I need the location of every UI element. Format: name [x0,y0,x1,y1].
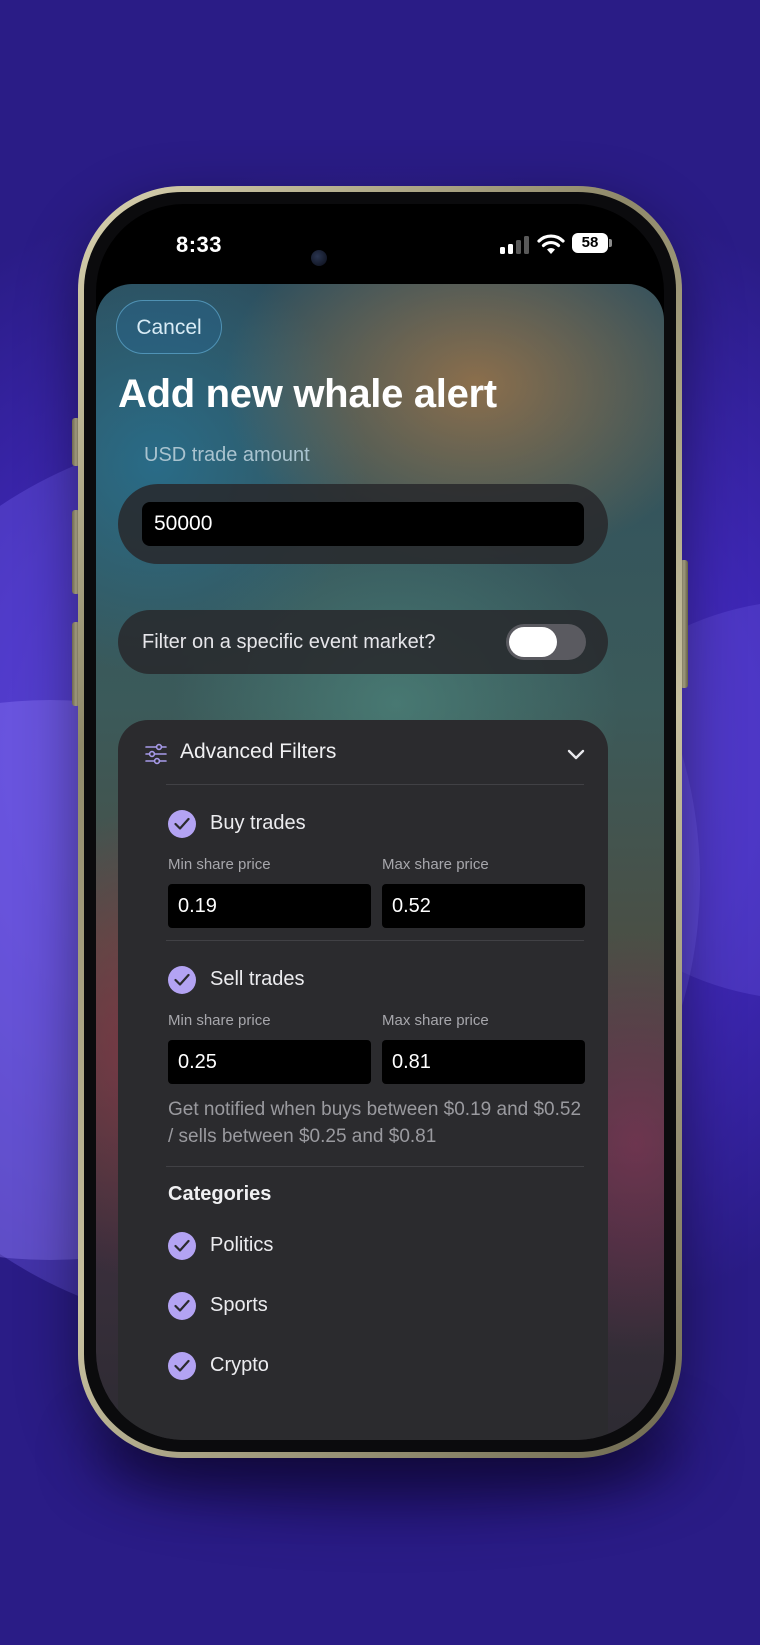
battery-level: 58 [572,233,608,253]
categories-title: Categories [168,1183,272,1205]
buy-trades-checkbox[interactable]: Buy trades [168,810,368,840]
category-crypto-checkbox[interactable]: Crypto [168,1352,368,1382]
advanced-filters-title[interactable]: Advanced Filters [180,740,336,764]
price-range-summary: Get notified when buys between $0.19 and… [168,1099,582,1147]
event-market-toggle[interactable] [506,624,586,660]
category-label: Sports [210,1294,268,1316]
alert-sheet: Cancel Add new whale alert USD trade amo… [96,284,664,1440]
category-sports-checkbox[interactable]: Sports [168,1292,368,1322]
toggle-knob [509,627,557,657]
sell-trades-label: Sell trades [210,968,305,990]
divider [166,940,584,941]
sell-min-price-input[interactable]: 0.25 [168,1040,371,1084]
cancel-button[interactable]: Cancel [116,300,222,354]
dynamic-island [297,234,463,282]
page-title: Add new whale alert [118,372,497,416]
buy-min-label: Min share price [168,856,271,873]
buy-min-price-input[interactable]: 0.19 [168,884,371,928]
checkmark-icon [168,1352,196,1380]
event-market-filter-row: Filter on a specific event market? [118,610,608,674]
event-market-filter-label: Filter on a specific event market? [142,631,436,653]
category-label: Politics [210,1234,274,1256]
amount-card: 50000 [118,484,608,564]
sell-trades-checkbox[interactable]: Sell trades [168,966,368,996]
checkmark-icon [168,810,196,838]
category-label: Crypto [210,1354,269,1376]
divider [166,1166,584,1167]
checkmark-icon [168,1232,196,1260]
cellular-signal-icon [500,236,532,254]
sliders-icon [145,743,167,765]
buy-max-label: Max share price [382,856,489,873]
buy-trades-label: Buy trades [210,812,306,834]
checkmark-icon [168,966,196,994]
advanced-filters-card: Advanced Filters Buy trades Min share pr… [118,720,608,1440]
divider [166,784,584,785]
category-politics-checkbox[interactable]: Politics [168,1232,368,1262]
battery-cap [609,239,612,247]
usd-amount-input[interactable]: 50000 [142,502,584,546]
phone-screen: 8:33 58 Cancel Add new whale alert USD t… [96,204,664,1440]
sell-max-price-input[interactable]: 0.81 [382,1040,585,1084]
status-bar: 8:33 58 [96,204,664,284]
amount-label: USD trade amount [144,444,310,466]
buy-max-price-input[interactable]: 0.52 [382,884,585,928]
checkmark-icon [168,1292,196,1320]
sell-min-label: Min share price [168,1012,271,1029]
wifi-icon [537,234,565,254]
camera-icon [311,250,327,266]
chevron-down-icon[interactable] [566,744,586,764]
status-time: 8:33 [176,232,223,257]
sell-max-label: Max share price [382,1012,489,1029]
